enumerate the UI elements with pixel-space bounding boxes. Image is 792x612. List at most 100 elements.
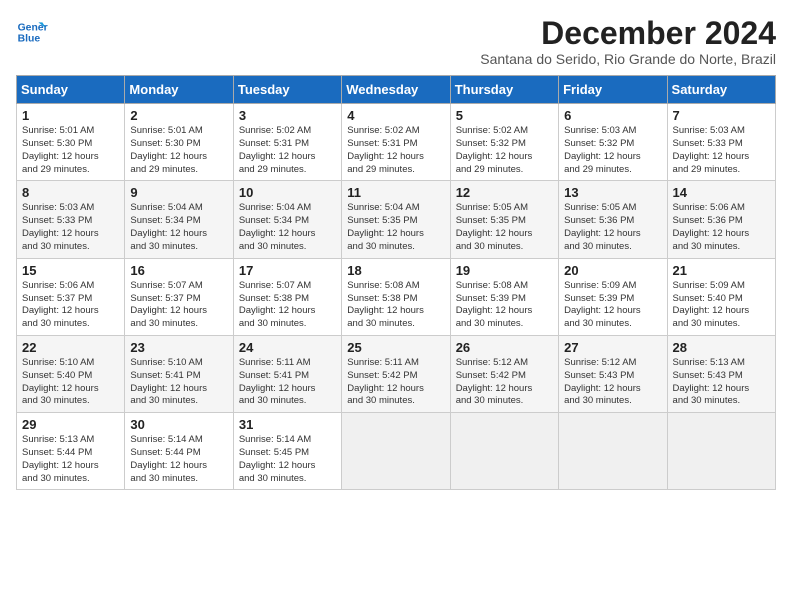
logo: General Blue	[16, 16, 52, 48]
day-number: 27	[564, 340, 661, 355]
day-info: Sunrise: 5:12 AMSunset: 5:43 PMDaylight:…	[564, 357, 661, 408]
table-row: 17 Sunrise: 5:07 AMSunset: 5:38 PMDayligh…	[233, 258, 341, 335]
table-row: 16 Sunrise: 5:07 AMSunset: 5:37 PMDayligh…	[125, 258, 233, 335]
day-number: 4	[347, 108, 444, 123]
day-info: Sunrise: 5:11 AMSunset: 5:41 PMDaylight:…	[239, 357, 336, 408]
day-number: 10	[239, 185, 336, 200]
table-row: 31 Sunrise: 5:14 AMSunset: 5:45 PMDayligh…	[233, 413, 341, 490]
day-number: 13	[564, 185, 661, 200]
logo-icon: General Blue	[16, 16, 48, 48]
day-number: 24	[239, 340, 336, 355]
table-row: 3 Sunrise: 5:02 AMSunset: 5:31 PMDaylight…	[233, 104, 341, 181]
day-info: Sunrise: 5:10 AMSunset: 5:40 PMDaylight:…	[22, 357, 119, 408]
table-row: 29Sunrise: 5:13 AMSunset: 5:44 PMDayligh…	[17, 413, 125, 490]
calendar-row: 1 Sunrise: 5:01 AMSunset: 5:30 PMDaylight…	[17, 104, 776, 181]
day-info: Sunrise: 5:13 AMSunset: 5:43 PMDaylight:…	[673, 357, 770, 408]
day-info: Sunrise: 5:03 AMSunset: 5:32 PMDaylight:…	[564, 125, 661, 176]
page-header: General Blue December 2024 Santana do Se…	[16, 16, 776, 67]
day-number: 21	[673, 263, 770, 278]
table-row: 14 Sunrise: 5:06 AMSunset: 5:36 PMDayligh…	[667, 181, 775, 258]
day-number: 30	[130, 417, 227, 432]
header-tuesday: Tuesday	[233, 76, 341, 104]
day-number: 26	[456, 340, 553, 355]
day-number: 3	[239, 108, 336, 123]
day-info: Sunrise: 5:13 AMSunset: 5:44 PMDaylight:…	[22, 434, 119, 485]
table-row: 13 Sunrise: 5:05 AMSunset: 5:36 PMDayligh…	[559, 181, 667, 258]
table-row: 27 Sunrise: 5:12 AMSunset: 5:43 PMDayligh…	[559, 335, 667, 412]
day-info: Sunrise: 5:04 AMSunset: 5:35 PMDaylight:…	[347, 202, 444, 253]
table-row: 15 Sunrise: 5:06 AMSunset: 5:37 PMDayligh…	[17, 258, 125, 335]
month-title: December 2024	[480, 16, 776, 51]
day-info: Sunrise: 5:07 AMSunset: 5:37 PMDaylight:…	[130, 280, 227, 331]
day-info: Sunrise: 5:10 AMSunset: 5:41 PMDaylight:…	[130, 357, 227, 408]
day-info: Sunrise: 5:09 AMSunset: 5:39 PMDaylight:…	[564, 280, 661, 331]
table-row: 10Sunrise: 5:04 AMSunset: 5:34 PMDayligh…	[233, 181, 341, 258]
day-info: Sunrise: 5:03 AMSunset: 5:33 PMDaylight:…	[22, 202, 119, 253]
day-number: 1	[22, 108, 119, 123]
table-row: 5 Sunrise: 5:02 AMSunset: 5:32 PMDaylight…	[450, 104, 558, 181]
day-number: 16	[130, 263, 227, 278]
day-number: 22	[22, 340, 119, 355]
table-row	[450, 413, 558, 490]
calendar-row: 15 Sunrise: 5:06 AMSunset: 5:37 PMDayligh…	[17, 258, 776, 335]
table-row: 24 Sunrise: 5:11 AMSunset: 5:41 PMDayligh…	[233, 335, 341, 412]
title-block: December 2024 Santana do Serido, Rio Gra…	[480, 16, 776, 67]
day-number: 17	[239, 263, 336, 278]
day-info: Sunrise: 5:01 AMSunset: 5:30 PMDaylight:…	[22, 125, 119, 176]
header-friday: Friday	[559, 76, 667, 104]
location-subtitle: Santana do Serido, Rio Grande do Norte, …	[480, 51, 776, 67]
day-info: Sunrise: 5:02 AMSunset: 5:31 PMDaylight:…	[239, 125, 336, 176]
table-row: 26 Sunrise: 5:12 AMSunset: 5:42 PMDayligh…	[450, 335, 558, 412]
day-info: Sunrise: 5:02 AMSunset: 5:32 PMDaylight:…	[456, 125, 553, 176]
table-row: 22 Sunrise: 5:10 AMSunset: 5:40 PMDayligh…	[17, 335, 125, 412]
day-info: Sunrise: 5:05 AMSunset: 5:35 PMDaylight:…	[456, 202, 553, 253]
day-info: Sunrise: 5:07 AMSunset: 5:38 PMDaylight:…	[239, 280, 336, 331]
table-row: 20 Sunrise: 5:09 AMSunset: 5:39 PMDayligh…	[559, 258, 667, 335]
day-info: Sunrise: 5:05 AMSunset: 5:36 PMDaylight:…	[564, 202, 661, 253]
day-info: Sunrise: 5:08 AMSunset: 5:38 PMDaylight:…	[347, 280, 444, 331]
table-row: 19 Sunrise: 5:08 AMSunset: 5:39 PMDayligh…	[450, 258, 558, 335]
day-number: 20	[564, 263, 661, 278]
header-wednesday: Wednesday	[342, 76, 450, 104]
day-info: Sunrise: 5:14 AMSunset: 5:45 PMDaylight:…	[239, 434, 336, 485]
day-number: 6	[564, 108, 661, 123]
day-number: 15	[22, 263, 119, 278]
day-number: 12	[456, 185, 553, 200]
day-number: 14	[673, 185, 770, 200]
table-row	[559, 413, 667, 490]
day-number: 28	[673, 340, 770, 355]
day-info: Sunrise: 5:06 AMSunset: 5:37 PMDaylight:…	[22, 280, 119, 331]
table-row: 6 Sunrise: 5:03 AMSunset: 5:32 PMDaylight…	[559, 104, 667, 181]
calendar-header-row: Sunday Monday Tuesday Wednesday Thursday…	[17, 76, 776, 104]
calendar-table: Sunday Monday Tuesday Wednesday Thursday…	[16, 75, 776, 490]
day-info: Sunrise: 5:06 AMSunset: 5:36 PMDaylight:…	[673, 202, 770, 253]
svg-text:General: General	[18, 22, 48, 33]
table-row: 1 Sunrise: 5:01 AMSunset: 5:30 PMDaylight…	[17, 104, 125, 181]
calendar-row: 29Sunrise: 5:13 AMSunset: 5:44 PMDayligh…	[17, 413, 776, 490]
table-row: 18 Sunrise: 5:08 AMSunset: 5:38 PMDayligh…	[342, 258, 450, 335]
day-number: 31	[239, 417, 336, 432]
table-row: 25Sunrise: 5:11 AMSunset: 5:42 PMDayligh…	[342, 335, 450, 412]
header-monday: Monday	[125, 76, 233, 104]
day-info: Sunrise: 5:14 AMSunset: 5:44 PMDaylight:…	[130, 434, 227, 485]
calendar-row: 8 Sunrise: 5:03 AMSunset: 5:33 PMDaylight…	[17, 181, 776, 258]
day-info: Sunrise: 5:09 AMSunset: 5:40 PMDaylight:…	[673, 280, 770, 331]
day-info: Sunrise: 5:12 AMSunset: 5:42 PMDaylight:…	[456, 357, 553, 408]
day-number: 8	[22, 185, 119, 200]
table-row: 23 Sunrise: 5:10 AMSunset: 5:41 PMDayligh…	[125, 335, 233, 412]
day-info: Sunrise: 5:11 AMSunset: 5:42 PMDaylight:…	[347, 357, 444, 408]
table-row: 9Sunrise: 5:04 AMSunset: 5:34 PMDaylight…	[125, 181, 233, 258]
table-row: 30 Sunrise: 5:14 AMSunset: 5:44 PMDayligh…	[125, 413, 233, 490]
day-number: 23	[130, 340, 227, 355]
day-number: 9	[130, 185, 227, 200]
day-info: Sunrise: 5:01 AMSunset: 5:30 PMDaylight:…	[130, 125, 227, 176]
day-info: Sunrise: 5:03 AMSunset: 5:33 PMDaylight:…	[673, 125, 770, 176]
day-number: 18	[347, 263, 444, 278]
day-number: 19	[456, 263, 553, 278]
table-row: 21 Sunrise: 5:09 AMSunset: 5:40 PMDayligh…	[667, 258, 775, 335]
svg-text:Blue: Blue	[18, 34, 41, 45]
day-number: 5	[456, 108, 553, 123]
table-row: 8 Sunrise: 5:03 AMSunset: 5:33 PMDaylight…	[17, 181, 125, 258]
header-thursday: Thursday	[450, 76, 558, 104]
day-info: Sunrise: 5:08 AMSunset: 5:39 PMDaylight:…	[456, 280, 553, 331]
